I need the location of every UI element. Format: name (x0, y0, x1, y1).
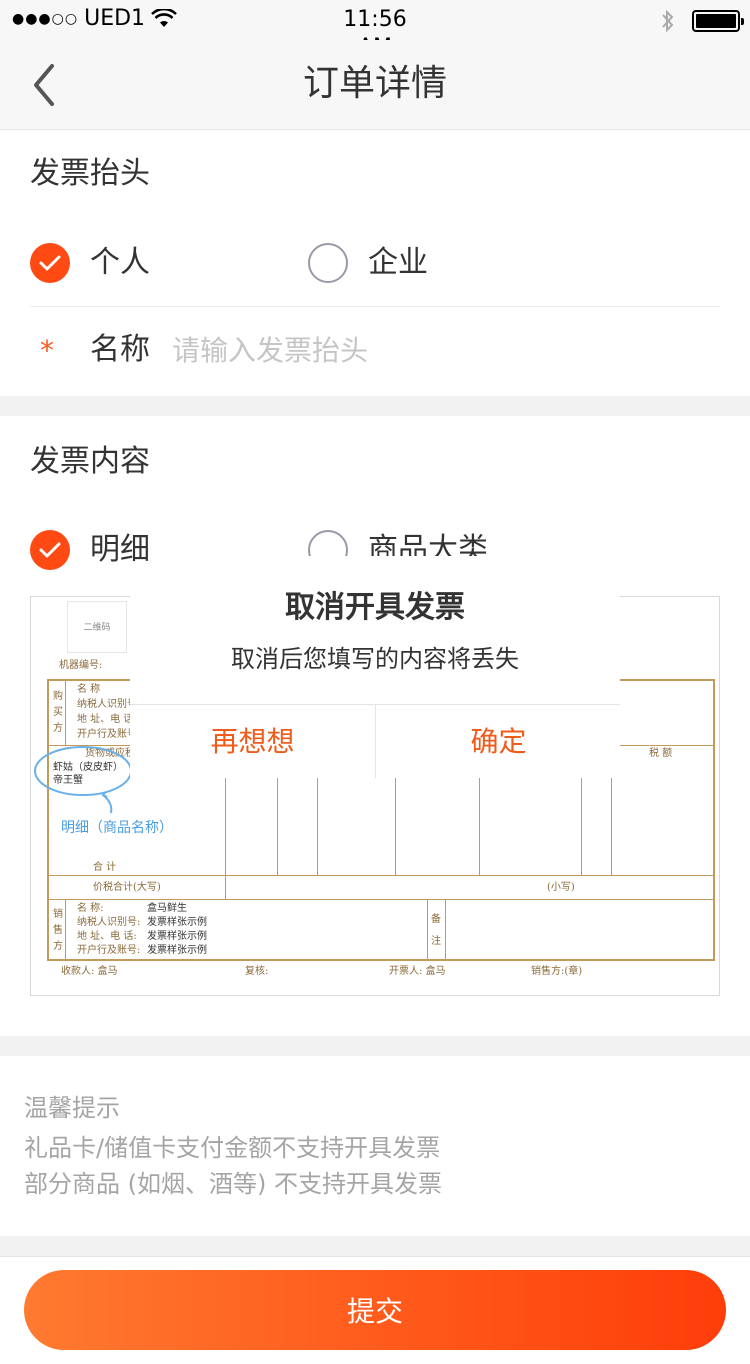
total-label: 合 计 (93, 862, 117, 873)
buyer-field-name: 名 称 (77, 684, 101, 695)
tips-section: 温馨提示 礼品卡/储值卡支付金额不支持开具发票 部分商品 (如烟、酒等) 不支持… (0, 1056, 750, 1236)
annotation-label: 明细（商品名称） (61, 820, 173, 836)
tip-line: 礼品卡/储值卡支付金额不支持开具发票 (24, 1134, 441, 1162)
remark-label: 备注 (431, 914, 441, 947)
order-detail-screen: ●●●○○ UED1 11:56 AM 订单详情 发票抬头 个人 企业 (0, 0, 750, 1364)
dialog-cancel-button[interactable]: 再想想 (130, 705, 375, 778)
grid-line (47, 899, 715, 900)
small-write-label: (小写) (547, 882, 575, 893)
status-bar: ●●●○○ UED1 11:56 AM (0, 0, 750, 60)
option-company-label: 企业 (368, 245, 428, 280)
payee-label: 收款人: 盒马 (61, 966, 118, 977)
seller-field-value: 发票样张示例 (147, 917, 207, 928)
invoice-header-title: 发票抬头 (30, 156, 150, 191)
seller-field-label: 地 址、电 话: (77, 931, 137, 942)
invoice-header-section: 发票抬头 个人 企业 * 名称 (0, 130, 750, 396)
radio-checked-icon (30, 530, 70, 570)
seller-field-value: 发票样张示例 (147, 931, 207, 942)
submit-button[interactable]: 提交 (24, 1270, 726, 1350)
tax-header: 税 额 (649, 748, 673, 759)
annotation-circle-icon (34, 746, 132, 814)
option-category-label: 商品大类 (368, 532, 488, 556)
name-label: 名称 (90, 332, 150, 367)
issuer-label: 开票人: 盒马 (389, 966, 446, 977)
option-category[interactable]: 商品大类 (308, 530, 488, 556)
buyer-field-bank: 开户行及账号 (77, 729, 137, 740)
seller-field-value: 盒马鲜生 (147, 903, 187, 914)
grid-line (47, 875, 715, 876)
tip-line: 部分商品 (如烟、酒等) 不支持开具发票 (24, 1170, 442, 1198)
seller-field-label: 名 称: (77, 903, 104, 914)
grid-line (445, 899, 446, 961)
seller-field-label: 开户行及账号: (77, 945, 141, 956)
radio-checked-icon (30, 243, 70, 283)
seller-stamp-label: 销售方:(章) (531, 966, 583, 977)
buyer-field-address: 地 址、电 话 (77, 714, 134, 725)
cancel-invoice-dialog: 取消开具发票 取消后您填写的内容将丢失 再想想 确定 (130, 586, 620, 778)
seller-field-label: 纳税人识别号: (77, 917, 141, 928)
buyer-side-label: 购买方 (53, 691, 63, 734)
invoice-title-input[interactable] (172, 328, 692, 372)
option-personal[interactable]: 个人 (30, 243, 150, 283)
required-mark: * (40, 334, 54, 367)
grid-line (427, 899, 428, 961)
qr-code-placeholder: 二维码 (67, 601, 127, 653)
option-company[interactable]: 企业 (308, 243, 428, 283)
status-right (660, 8, 744, 34)
option-detail[interactable]: 明细 (30, 530, 150, 570)
option-detail-label: 明细 (90, 532, 150, 567)
radio-unchecked-icon (308, 243, 348, 283)
radio-unchecked-icon (308, 530, 348, 556)
seller-field-value: 发票样张示例 (147, 945, 207, 956)
invoice-content-title: 发票内容 (30, 444, 150, 479)
dialog-confirm-button[interactable]: 确定 (376, 705, 621, 778)
total-tax-label: 价税合计(大写) (93, 882, 161, 893)
page-title: 订单详情 (302, 63, 447, 104)
bluetooth-icon (662, 9, 674, 33)
reviewer-label: 复核: (245, 966, 269, 977)
option-personal-label: 个人 (90, 245, 150, 280)
divider (30, 306, 720, 307)
seller-side-label: 销售方 (53, 909, 63, 952)
machine-number: 机器编号: (59, 660, 103, 671)
grid-line (65, 679, 66, 745)
dialog-message: 取消后您填写的内容将丢失 (231, 645, 519, 673)
dialog-title: 取消开具发票 (285, 590, 465, 625)
grid-line (65, 899, 66, 961)
nav-bar: 订单详情 (0, 40, 750, 130)
battery-icon (692, 10, 744, 32)
tips-title: 温馨提示 (24, 1094, 120, 1122)
